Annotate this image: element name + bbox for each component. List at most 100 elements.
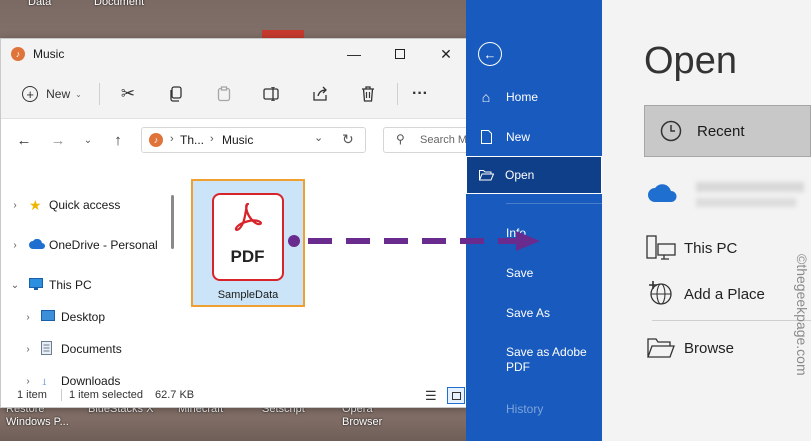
open-item-label: Browse <box>684 339 735 357</box>
nav-pane-scrollbar[interactable] <box>171 195 174 249</box>
nav-open[interactable]: Open <box>466 156 602 194</box>
nav-item-label: Quick access <box>49 198 121 212</box>
nav-item-quick-access[interactable]: › ★ Quick access <box>1 191 173 219</box>
nav-history[interactable]: History <box>466 390 602 428</box>
open-item-label: This PC <box>684 239 738 257</box>
nav-label: Home <box>506 90 539 104</box>
nav-label: Open <box>505 168 535 182</box>
chevron-right-icon[interactable]: › <box>1 200 29 211</box>
navigation-pane: › ★ Quick access › OneDrive - Personal ⌄… <box>1 169 173 389</box>
back-arrow-icon[interactable]: ← <box>478 42 502 66</box>
nav-item-onedrive[interactable]: › OneDrive - Personal <box>1 231 173 259</box>
plus-icon: + <box>22 86 39 102</box>
item-count: 1 item <box>17 389 47 401</box>
new-button-label: New <box>46 87 71 101</box>
music-folder-icon: ♪ <box>149 133 163 147</box>
cloud-icon <box>648 184 678 205</box>
open-item-this-pc[interactable]: This PC <box>638 228 737 268</box>
nav-item-desktop[interactable]: › Desktop <box>1 303 173 331</box>
nav-label: History <box>506 402 544 416</box>
open-item-label: Recent <box>697 122 745 140</box>
chevron-right-icon[interactable]: › <box>15 312 41 323</box>
chevron-down-icon[interactable]: ⌄ <box>1 280 29 291</box>
refresh-icon[interactable]: ↻ <box>342 131 354 148</box>
rename-icon[interactable] <box>257 79 287 109</box>
desktop-label[interactable]: Document <box>94 0 144 8</box>
maximize-button[interactable] <box>377 39 423 69</box>
star-icon: ★ <box>29 196 42 213</box>
breadcrumb-chevron-icon: › <box>210 133 214 145</box>
search-placeholder: Search M <box>420 134 468 146</box>
chevron-down-icon: ⌄ <box>75 89 82 99</box>
share-icon[interactable] <box>305 79 335 109</box>
cloud-icon <box>29 238 49 252</box>
word-backstage-nav: ← ⌂ Home New Open Info Save Save As Save… <box>466 0 602 441</box>
new-button[interactable]: + New ⌄ <box>17 79 87 109</box>
address-bar[interactable]: ♪ › Th... › Music ⌄ ↻ <box>141 127 366 153</box>
large-icons-view-icon[interactable] <box>447 387 465 404</box>
blurred-account-name <box>696 182 804 192</box>
up-arrow-icon[interactable]: ↑ <box>107 129 129 151</box>
recent-locations-chevron-icon[interactable]: ⌄ <box>81 129 95 151</box>
folder-icon <box>638 337 684 359</box>
nav-new[interactable]: New <box>466 118 602 156</box>
divider <box>652 320 811 321</box>
new-document-icon <box>466 130 506 144</box>
details-view-icon[interactable]: ☰ <box>425 388 437 404</box>
nav-item-this-pc[interactable]: ⌄ This PC <box>1 271 173 299</box>
onedrive-account-item[interactable] <box>648 178 808 212</box>
nav-home[interactable]: ⌂ Home <box>466 78 602 116</box>
open-item-recent[interactable]: Recent <box>644 105 811 157</box>
nav-label: New <box>506 130 531 144</box>
file-name: SampleData <box>217 289 279 301</box>
document-icon <box>41 340 61 358</box>
open-item-add-a-place[interactable]: Add a Place <box>638 274 765 314</box>
breadcrumb-segment[interactable]: Music <box>222 133 253 147</box>
page-title: Open <box>644 40 737 82</box>
nav-label: Save <box>506 266 534 280</box>
music-folder-icon: ♪ <box>11 47 25 61</box>
minimize-button[interactable]: — <box>331 39 377 69</box>
selection-count: 1 item selected <box>69 389 143 401</box>
monitor-icon <box>29 277 49 293</box>
nav-item-documents[interactable]: › Documents <box>1 335 173 363</box>
selection-size: 62.7 KB <box>155 389 195 401</box>
window-title: Music <box>33 47 65 61</box>
nav-label: Save As <box>506 306 551 320</box>
breadcrumb-chevron-icon: › <box>170 133 174 145</box>
nav-save[interactable]: Save <box>466 254 602 292</box>
forward-arrow-icon[interactable]: → <box>47 129 69 151</box>
nav-save-as[interactable]: Save As <box>466 294 602 332</box>
chevron-down-icon[interactable]: ⌄ <box>314 131 323 144</box>
open-item-label: Add a Place <box>684 285 765 303</box>
command-bar: + New ⌄ ✂ ··· <box>1 69 471 119</box>
close-button[interactable]: ✕ <box>423 39 469 69</box>
drag-arrow <box>288 231 540 251</box>
search-input[interactable]: ⚲ Search M <box>383 127 471 153</box>
breadcrumb-segment[interactable]: Th... <box>180 133 204 147</box>
open-folder-icon <box>467 169 505 181</box>
nav-item-label: This PC <box>49 278 92 292</box>
chevron-right-icon[interactable]: › <box>15 344 41 355</box>
nav-save-as-adobe-pdf[interactable]: Save as Adobe PDF <box>466 342 596 378</box>
back-arrow-icon[interactable]: ← <box>13 129 35 151</box>
pdf-badge: PDF <box>230 247 265 266</box>
nav-item-label: OneDrive - Personal <box>49 238 158 252</box>
open-item-browse[interactable]: Browse <box>638 328 734 368</box>
search-icon: ⚲ <box>396 132 405 146</box>
divider <box>397 83 398 105</box>
desktop-label[interactable]: Data <box>28 0 51 8</box>
cut-icon[interactable]: ✂ <box>113 79 143 109</box>
title-bar: ♪ Music — ✕ <box>1 39 471 69</box>
address-row: ← → ⌄ ↑ ♪ › Th... › Music ⌄ ↻ ⚲ Search M <box>1 119 471 161</box>
divider <box>99 83 100 105</box>
paste-icon[interactable] <box>209 79 239 109</box>
delete-icon[interactable] <box>353 79 383 109</box>
chevron-right-icon[interactable]: › <box>1 240 29 251</box>
nav-label: Save as Adobe PDF <box>506 345 587 374</box>
divider <box>506 203 602 204</box>
copy-icon[interactable] <box>161 79 191 109</box>
nav-item-label: Desktop <box>61 310 106 324</box>
more-options-button[interactable]: ··· <box>405 79 435 109</box>
clock-icon <box>645 120 697 142</box>
